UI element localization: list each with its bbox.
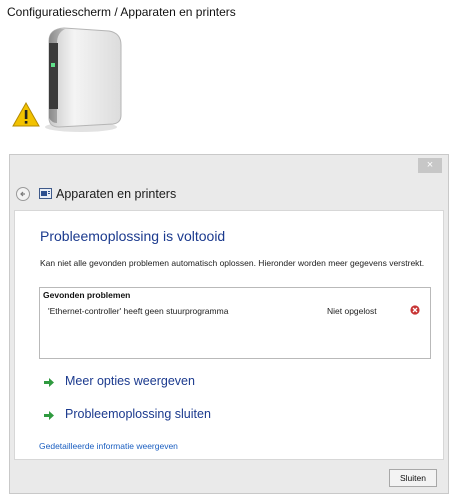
title-bar: × <box>10 155 448 177</box>
problem-status: Niet opgelost <box>327 306 377 316</box>
description-text: Kan niet alle gevonden problemen automat… <box>40 258 425 268</box>
table-row[interactable]: 'Ethernet-controller' heeft geen stuurpr… <box>40 302 430 318</box>
error-icon <box>410 305 420 315</box>
green-arrow-icon <box>44 411 54 420</box>
nav-title: Apparaten en printers <box>56 187 177 201</box>
dialog-footer: Sluiten <box>10 461 448 494</box>
close-window-button[interactable]: × <box>418 158 442 173</box>
problem-description: 'Ethernet-controller' heeft geen stuurpr… <box>48 306 229 316</box>
close-button[interactable]: Sluiten <box>389 469 437 487</box>
back-arrow-icon[interactable] <box>16 187 30 201</box>
green-arrow-icon <box>44 378 54 387</box>
problems-list: Gevonden problemen 'Ethernet-controller'… <box>39 287 431 359</box>
detailed-info-link[interactable]: Gedetailleerde informatie weergeven <box>39 441 178 451</box>
breadcrumb: Configuratiescherm / Apparaten en printe… <box>7 5 236 19</box>
option-label: Meer opties weergeven <box>65 374 195 388</box>
network-adapter-warning-icon[interactable] <box>9 23 129 138</box>
problems-header: Gevonden problemen <box>43 290 131 300</box>
content-panel: Probleemoplossing is voltooid Kan niet a… <box>14 210 444 460</box>
page-title: Probleemoplossing is voltooid <box>40 228 226 244</box>
devices-printers-icon <box>39 188 52 199</box>
option-label: Probleemoplossing sluiten <box>65 407 211 421</box>
navigation-bar: Apparaten en printers <box>10 179 448 209</box>
troubleshooter-dialog: × Apparaten en printers Probleemoplossin… <box>9 154 449 494</box>
